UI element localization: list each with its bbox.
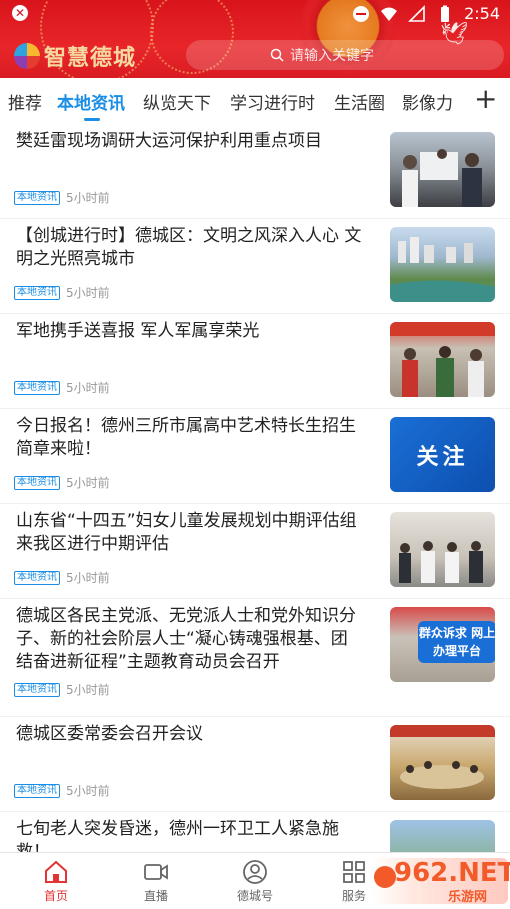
logo-mark-icon xyxy=(14,43,40,69)
news-item[interactable]: 军地携手送喜报 军人军属享荣光 本地资讯 5小时前 xyxy=(0,314,510,409)
news-thumbnail xyxy=(390,820,495,856)
news-item[interactable]: 七旬老人突发昏迷，德州一环卫工人紧急施救！ xyxy=(0,812,510,856)
category-badge: 本地资讯 xyxy=(14,190,60,205)
nav-account[interactable]: 德城号 xyxy=(215,859,295,904)
tab-recommend[interactable]: 推荐 xyxy=(8,89,42,114)
home-icon xyxy=(45,860,67,883)
watermark-logo-icon xyxy=(374,866,396,888)
thumbnail-caption: 关注 xyxy=(416,444,469,470)
nav-home[interactable]: 首页 xyxy=(16,859,96,904)
app-logo: 智慧德城 xyxy=(14,40,136,72)
news-title: 德城区委常委会召开会议 xyxy=(16,724,203,744)
news-item[interactable]: 山东省“十四五”妇女儿童发展规划中期评估组来我区进行中期评估 本地资讯 5小时前 xyxy=(0,504,510,599)
news-title: 今日报名！德州三所市属高中艺术特长生招生简章来啦！ xyxy=(16,416,356,459)
news-time: 5小时前 xyxy=(66,784,110,798)
news-item[interactable]: 今日报名！德州三所市属高中艺术特长生招生简章来啦！ 本地资讯 5小时前 关注 xyxy=(0,409,510,504)
tab-imagery[interactable]: 影像力 xyxy=(402,89,453,114)
nav-live[interactable]: 直播 xyxy=(116,859,196,904)
news-title: 樊廷雷现场调研大运河保护利用重点项目 xyxy=(16,131,322,151)
battery-icon xyxy=(441,5,450,22)
news-item[interactable]: 德城区各民主党派、无党派人士和党外知识分子、新的社会阶层人士“凝心铸魂强根基、团… xyxy=(0,599,510,717)
site-watermark: 962.NET 乐游网 xyxy=(372,858,510,905)
app-header: 🕊 ✕ 2:54 智慧德城 请输入关键字 xyxy=(0,0,510,78)
add-channel-icon[interactable]: + xyxy=(474,82,497,115)
tab-local-news[interactable]: 本地资讯 xyxy=(57,89,125,114)
category-badge: 本地资讯 xyxy=(14,285,60,300)
news-time: 5小时前 xyxy=(66,683,110,697)
news-title: 山东省“十四五”妇女儿童发展规划中期评估组来我区进行中期评估 xyxy=(16,511,357,554)
user-circle-icon xyxy=(243,860,267,884)
category-badge: 本地资讯 xyxy=(14,475,60,490)
category-badge: 本地资讯 xyxy=(14,380,60,395)
category-badge: 本地资讯 xyxy=(14,570,60,585)
news-item[interactable]: 【创城进行时】德城区：文明之风深入人心 文明之光照亮城市 本地资讯 5小时前 xyxy=(0,219,510,314)
news-thumbnail xyxy=(390,322,495,397)
search-placeholder: 请输入关键字 xyxy=(290,48,374,64)
category-badge: 本地资讯 xyxy=(14,783,60,798)
tab-study[interactable]: 学习进行时 xyxy=(230,89,315,114)
news-time: 5小时前 xyxy=(66,286,110,300)
do-not-disturb-icon xyxy=(353,5,370,22)
watermark-subtext: 乐游网 xyxy=(448,890,488,905)
tab-life-circle[interactable]: 生活圈 xyxy=(334,89,385,114)
news-title: 德城区各民主党派、无党派人士和党外知识分子、新的社会阶层人士“凝心铸魂强根基、团… xyxy=(16,606,356,672)
thumbnail-caption: 群众诉求 网上办理平台 xyxy=(418,621,495,663)
search-icon xyxy=(270,48,284,62)
news-time: 5小时前 xyxy=(66,571,110,585)
nav-label: 德城号 xyxy=(236,889,273,903)
search-input[interactable]: 请输入关键字 xyxy=(186,40,504,70)
news-thumbnail xyxy=(390,512,495,587)
news-time: 5小时前 xyxy=(66,476,110,490)
signal-icon xyxy=(408,4,425,22)
news-thumbnail: 群众诉求 网上办理平台 xyxy=(390,607,495,682)
news-title: 七旬老人突发昏迷，德州一环卫工人紧急施救！ xyxy=(16,819,339,856)
news-thumbnail xyxy=(390,725,495,800)
wifi-icon xyxy=(381,7,398,21)
category-badge: 本地资讯 xyxy=(14,682,60,697)
nav-label: 直播 xyxy=(143,889,168,903)
news-time: 5小时前 xyxy=(66,381,110,395)
channel-tabs: 推荐 本地资讯 纵览天下 学习进行时 生活圈 影像力 + xyxy=(0,78,510,124)
active-tab-indicator xyxy=(84,118,100,121)
tab-world-view[interactable]: 纵览天下 xyxy=(143,89,211,114)
status-time: 2:54 xyxy=(464,4,500,23)
news-time: 5小时前 xyxy=(66,191,110,205)
notification-icon: ✕ xyxy=(12,5,28,21)
news-thumbnail: 关注 xyxy=(390,417,495,492)
news-item[interactable]: 樊廷雷现场调研大运河保护利用重点项目 本地资讯 5小时前 xyxy=(0,124,510,219)
watermark-text: 962.NET xyxy=(394,858,510,888)
news-thumbnail xyxy=(390,132,495,207)
nav-label: 首页 xyxy=(43,889,68,903)
news-title: 【创城进行时】德城区：文明之风深入人心 文明之光照亮城市 xyxy=(16,226,362,269)
app-name: 智慧德城 xyxy=(44,45,137,71)
grid-icon xyxy=(343,861,365,883)
status-bar: ✕ 2:54 xyxy=(0,0,510,28)
video-camera-icon xyxy=(144,864,168,880)
news-title: 军地携手送喜报 军人军属享荣光 xyxy=(16,321,260,341)
news-item[interactable]: 德城区委常委会召开会议 本地资讯 5小时前 xyxy=(0,717,510,812)
news-thumbnail xyxy=(390,227,495,302)
